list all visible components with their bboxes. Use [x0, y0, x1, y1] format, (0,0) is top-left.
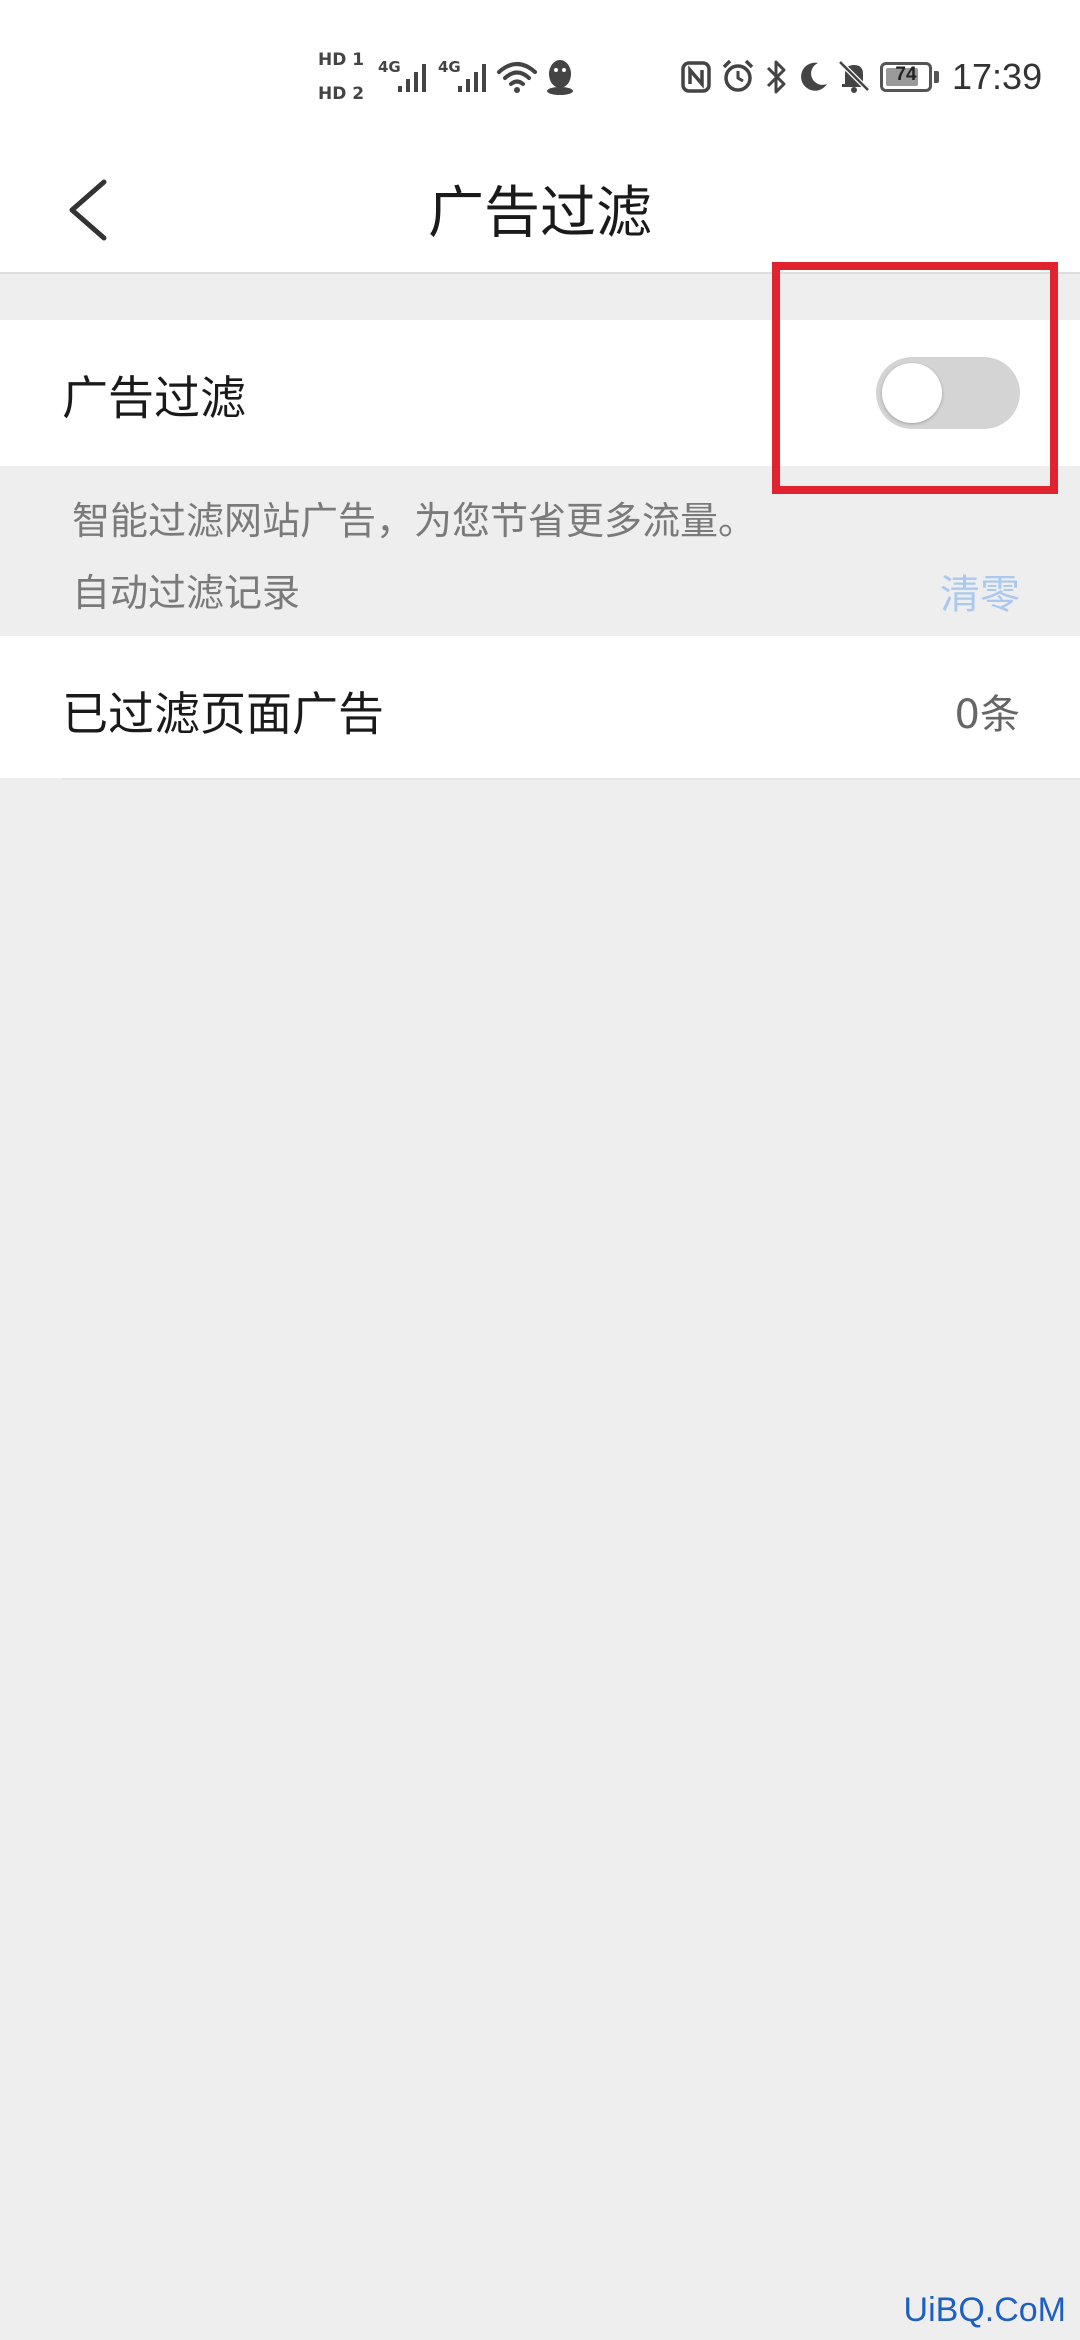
battery-level: 74 — [895, 64, 917, 85]
battery-icon: 74 — [880, 62, 932, 92]
nav-bar: 广告过滤 — [0, 150, 1080, 274]
moon-icon — [801, 62, 827, 91]
ad-filter-label: 广告过滤 — [62, 371, 246, 425]
auto-filter-record-label: 自动过滤记录 — [72, 571, 301, 615]
ad-filter-description: 智能过滤网站广告，为您节省更多流量。 — [72, 499, 757, 543]
filtered-pages-label: 已过滤页面广告 — [62, 687, 384, 741]
signal2-icon — [458, 64, 486, 92]
filtered-pages-row: 已过滤页面广告 0条 — [0, 636, 1080, 778]
bluetooth-icon — [766, 60, 786, 94]
battery-nub — [934, 71, 939, 83]
highlight-box — [772, 262, 1058, 494]
watermark: UiBQ.CoM — [903, 2291, 1066, 2329]
nfc-icon — [681, 61, 711, 93]
filtered-count: 0条 — [954, 692, 1020, 738]
row-divider — [62, 778, 1080, 780]
sim1-label: HD 1 — [318, 50, 365, 70]
alarm-icon — [722, 59, 754, 92]
qq-icon — [547, 60, 573, 95]
sim2-label: HD 2 — [318, 84, 365, 104]
status-time: 17:39 — [952, 56, 1043, 97]
mute-icon — [838, 60, 870, 93]
status-bar: HD 1 HD 2 4G 4G 74 17:39 — [0, 0, 1080, 150]
signal1-icon — [398, 64, 426, 92]
page-title: 广告过滤 — [428, 181, 652, 246]
clear-button[interactable]: 清零 — [940, 562, 1020, 620]
wifi-icon — [497, 62, 537, 93]
